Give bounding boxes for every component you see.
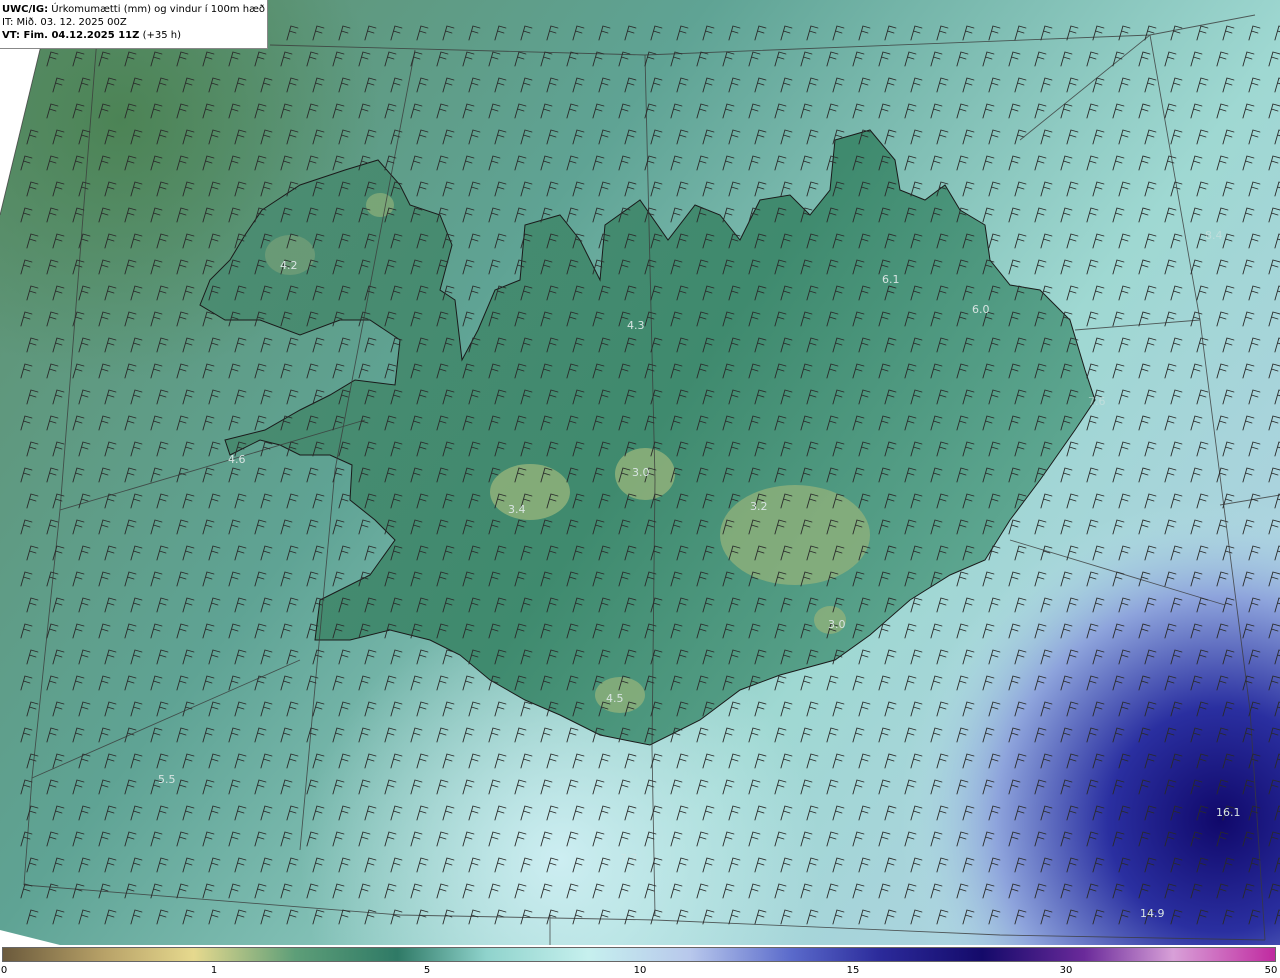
precip-value-label: 3.4	[508, 503, 526, 516]
precip-value-label: 8.4	[1205, 229, 1223, 242]
colorbar-tick: 10	[633, 965, 647, 976]
forecast-lead: (+35 h)	[142, 30, 181, 41]
precip-value-label: 3.2	[750, 500, 768, 513]
valid-time-line: VT: Fim. 04.12.2025 11Z (+35 h)	[2, 29, 267, 42]
colorbar-tick: 0	[0, 965, 8, 976]
precip-value-label: 4.3	[627, 319, 645, 332]
precip-value-label: 4.5	[606, 692, 624, 705]
precip-value-label: 14.9	[1140, 907, 1165, 920]
header-title-line: UWC/IG: Úrkomumætti (mm) og vindur í 100…	[2, 3, 267, 16]
colorbar-tick: 30	[1059, 965, 1073, 976]
precip-value-label: 7.6	[1088, 395, 1106, 408]
precip-value-label: 3.0	[632, 466, 650, 479]
colorbar-tick: 1	[210, 965, 218, 976]
langjokull	[490, 464, 570, 520]
precip-value-label: 6.0	[972, 303, 990, 316]
model-code: UWC/IG:	[2, 4, 49, 15]
map-title: Úrkomumætti (mm) og vindur í 100m hæð	[51, 4, 266, 15]
precipitation-map: 4.2 4.3 6.1 6.0 4.6 3.4 3.0 3.2 3.0 4.5 …	[0, 0, 1280, 945]
precip-value-label: 3.0	[828, 618, 846, 631]
issue-time: IT: Mið. 03. 12. 2025 00Z	[2, 17, 127, 28]
colorbar-tick: 15	[846, 965, 860, 976]
valid-time: VT: Fim. 04.12.2025 11Z	[2, 30, 140, 41]
colorbar-strip	[2, 947, 1276, 962]
precip-value-label: 5.5	[158, 773, 176, 786]
colorbar-tick: 50	[1264, 965, 1278, 976]
precip-value-label: 4.2	[280, 259, 298, 272]
colorbar: 0 1 5 10 15 30 50	[0, 945, 1280, 978]
precip-value-label: 4.6	[228, 453, 246, 466]
precip-value-label: 6.1	[882, 273, 900, 286]
vatnajokull	[720, 485, 870, 585]
precip-value-label: 7.7	[620, 852, 638, 865]
precip-value-label: 16.1	[1216, 806, 1241, 819]
map-header: UWC/IG: Úrkomumætti (mm) og vindur í 100…	[0, 0, 268, 49]
colorbar-tick: 5	[423, 965, 431, 976]
